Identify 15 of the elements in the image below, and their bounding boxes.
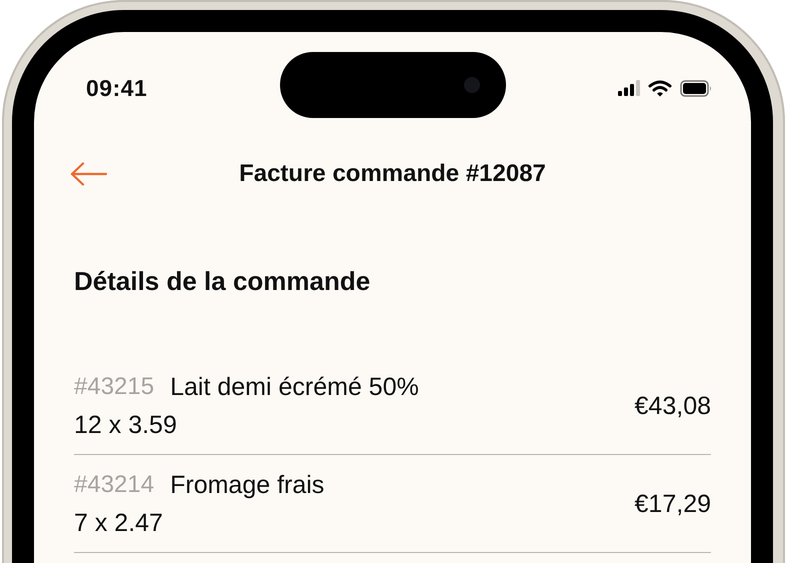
item-name: Fromage frais: [170, 470, 324, 501]
section-heading: Détails de la commande: [74, 265, 370, 298]
item-total: €17,29: [634, 490, 711, 518]
signal-icon: [618, 80, 640, 96]
item-total: €43,08: [634, 392, 711, 420]
item-number: #43215: [74, 372, 154, 402]
back-arrow-icon[interactable]: [70, 162, 108, 186]
wifi-icon: [648, 80, 672, 96]
battery-icon: [680, 80, 712, 96]
item-name: Lait demi écrémé 50%: [170, 372, 419, 403]
item-quantity: 7 x 2.47: [74, 508, 163, 539]
item-number: #43214: [74, 470, 154, 500]
status-time: 09:41: [86, 74, 148, 102]
item-quantity: 12 x 3.59: [74, 410, 177, 441]
page-title: Facture commande #12087: [239, 160, 546, 188]
